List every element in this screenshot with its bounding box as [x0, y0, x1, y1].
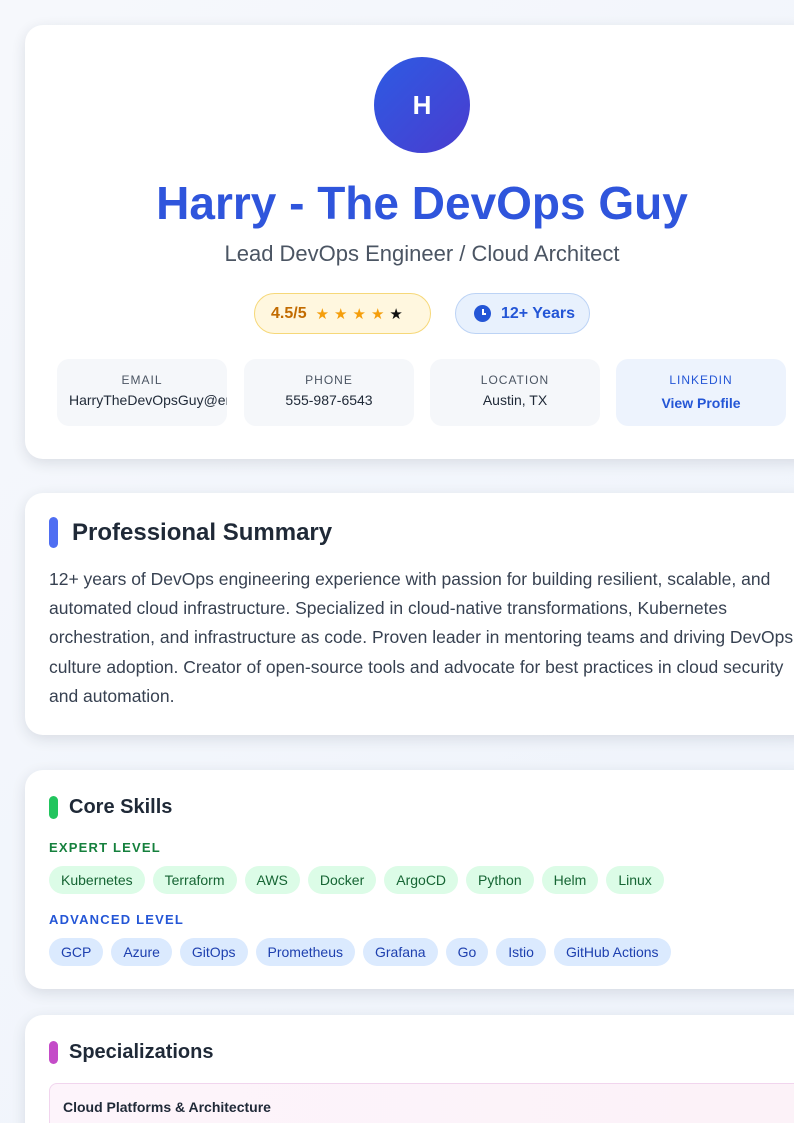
contact-linkedin[interactable]: LINKEDIN View Profile: [616, 359, 786, 426]
summary-text: 12+ years of DevOps engineering experien…: [49, 569, 794, 706]
contact-email-label: EMAIL: [121, 373, 163, 387]
contact-email-value[interactable]: HarryTheDevOpsGuy@email.com: [57, 392, 227, 408]
rating-badge: 4.5/5 ★ ★ ★ ★ ★: [254, 293, 431, 334]
specialization-item-title: Cloud Platforms & Architecture: [63, 1099, 271, 1115]
contact-phone-value[interactable]: 555-987-6543: [244, 392, 414, 408]
skill-tag: AWS: [244, 866, 300, 894]
contact-location-label: LOCATION: [480, 373, 550, 387]
rating-value: 4.5/5: [271, 304, 307, 322]
star-icon: ★: [370, 305, 385, 323]
skill-tag: Kubernetes: [49, 866, 145, 894]
skill-tag: Python: [466, 866, 534, 894]
half-star-icon: ★: [389, 305, 403, 323]
skills-header: Core Skills: [49, 796, 172, 819]
specializations-header: Specializations: [49, 1041, 214, 1064]
specializations-heading: Specializations: [69, 1041, 214, 1063]
skill-tag: GitHub Actions: [553, 938, 671, 966]
skill-tag: Prometheus: [255, 938, 355, 966]
star-icon: ★: [315, 305, 330, 323]
profile-title: Lead DevOps Engineer / Cloud Architect: [224, 241, 620, 266]
advanced-skill-list: GCP Azure GitOps Prometheus Grafana Go I…: [49, 938, 679, 966]
section-accent-bar: [49, 796, 58, 819]
linkedin-profile-link[interactable]: View Profile: [616, 395, 786, 411]
contact-location: LOCATION Austin, TX: [430, 359, 600, 426]
advanced-level-label: ADVANCED LEVEL: [49, 912, 185, 927]
skill-tag: Istio: [496, 938, 546, 966]
section-accent-bar: [49, 517, 58, 548]
summary-header: Professional Summary: [49, 517, 332, 548]
skill-tag: Terraform: [152, 866, 237, 894]
skill-tag: Docker: [307, 866, 377, 894]
profile-header-card: H Harry - The DevOps Guy Lead DevOps Eng…: [25, 25, 794, 459]
section-accent-bar: [49, 1041, 58, 1064]
skill-tag: GCP: [49, 938, 104, 966]
summary-card: Professional Summary 12+ years of DevOps…: [25, 493, 794, 735]
skills-card: Core Skills EXPERT LEVEL Kubernetes Terr…: [25, 770, 794, 989]
skill-tag: Go: [445, 938, 489, 966]
skill-tag: Grafana: [362, 938, 438, 966]
contact-linkedin-label: LINKEDIN: [669, 373, 733, 387]
skill-tag: Azure: [111, 938, 172, 966]
contact-location-value: Austin, TX: [482, 392, 548, 408]
avatar: H: [374, 57, 470, 153]
specialization-item: Cloud Platforms & Architecture: [49, 1083, 794, 1123]
contact-phone[interactable]: PHONE 555-987-6543: [244, 359, 414, 426]
skill-tag: Linux: [606, 866, 664, 894]
clock-icon: [474, 305, 491, 322]
profile-name: Harry - The DevOps Guy: [156, 177, 688, 229]
experience-badge: 12+ Years: [455, 293, 590, 334]
skill-tag: GitOps: [179, 938, 248, 966]
expert-skill-list: Kubernetes Terraform AWS Docker ArgoCD P…: [49, 866, 672, 894]
contact-phone-label: PHONE: [305, 373, 353, 387]
specializations-card: Specializations Cloud Platforms & Archit…: [25, 1015, 794, 1123]
experience-value: 12+ Years: [501, 304, 576, 322]
expert-level-label: EXPERT LEVEL: [49, 840, 161, 855]
skill-tag: ArgoCD: [384, 866, 459, 894]
skill-tag: Helm: [541, 866, 599, 894]
star-icon: ★: [352, 305, 366, 323]
contact-email[interactable]: EMAIL HarryTheDevOpsGuy@email.com: [57, 359, 227, 426]
skills-heading: Core Skills: [69, 796, 173, 818]
summary-heading: Professional Summary: [72, 518, 333, 546]
star-icon: ★: [334, 305, 348, 323]
